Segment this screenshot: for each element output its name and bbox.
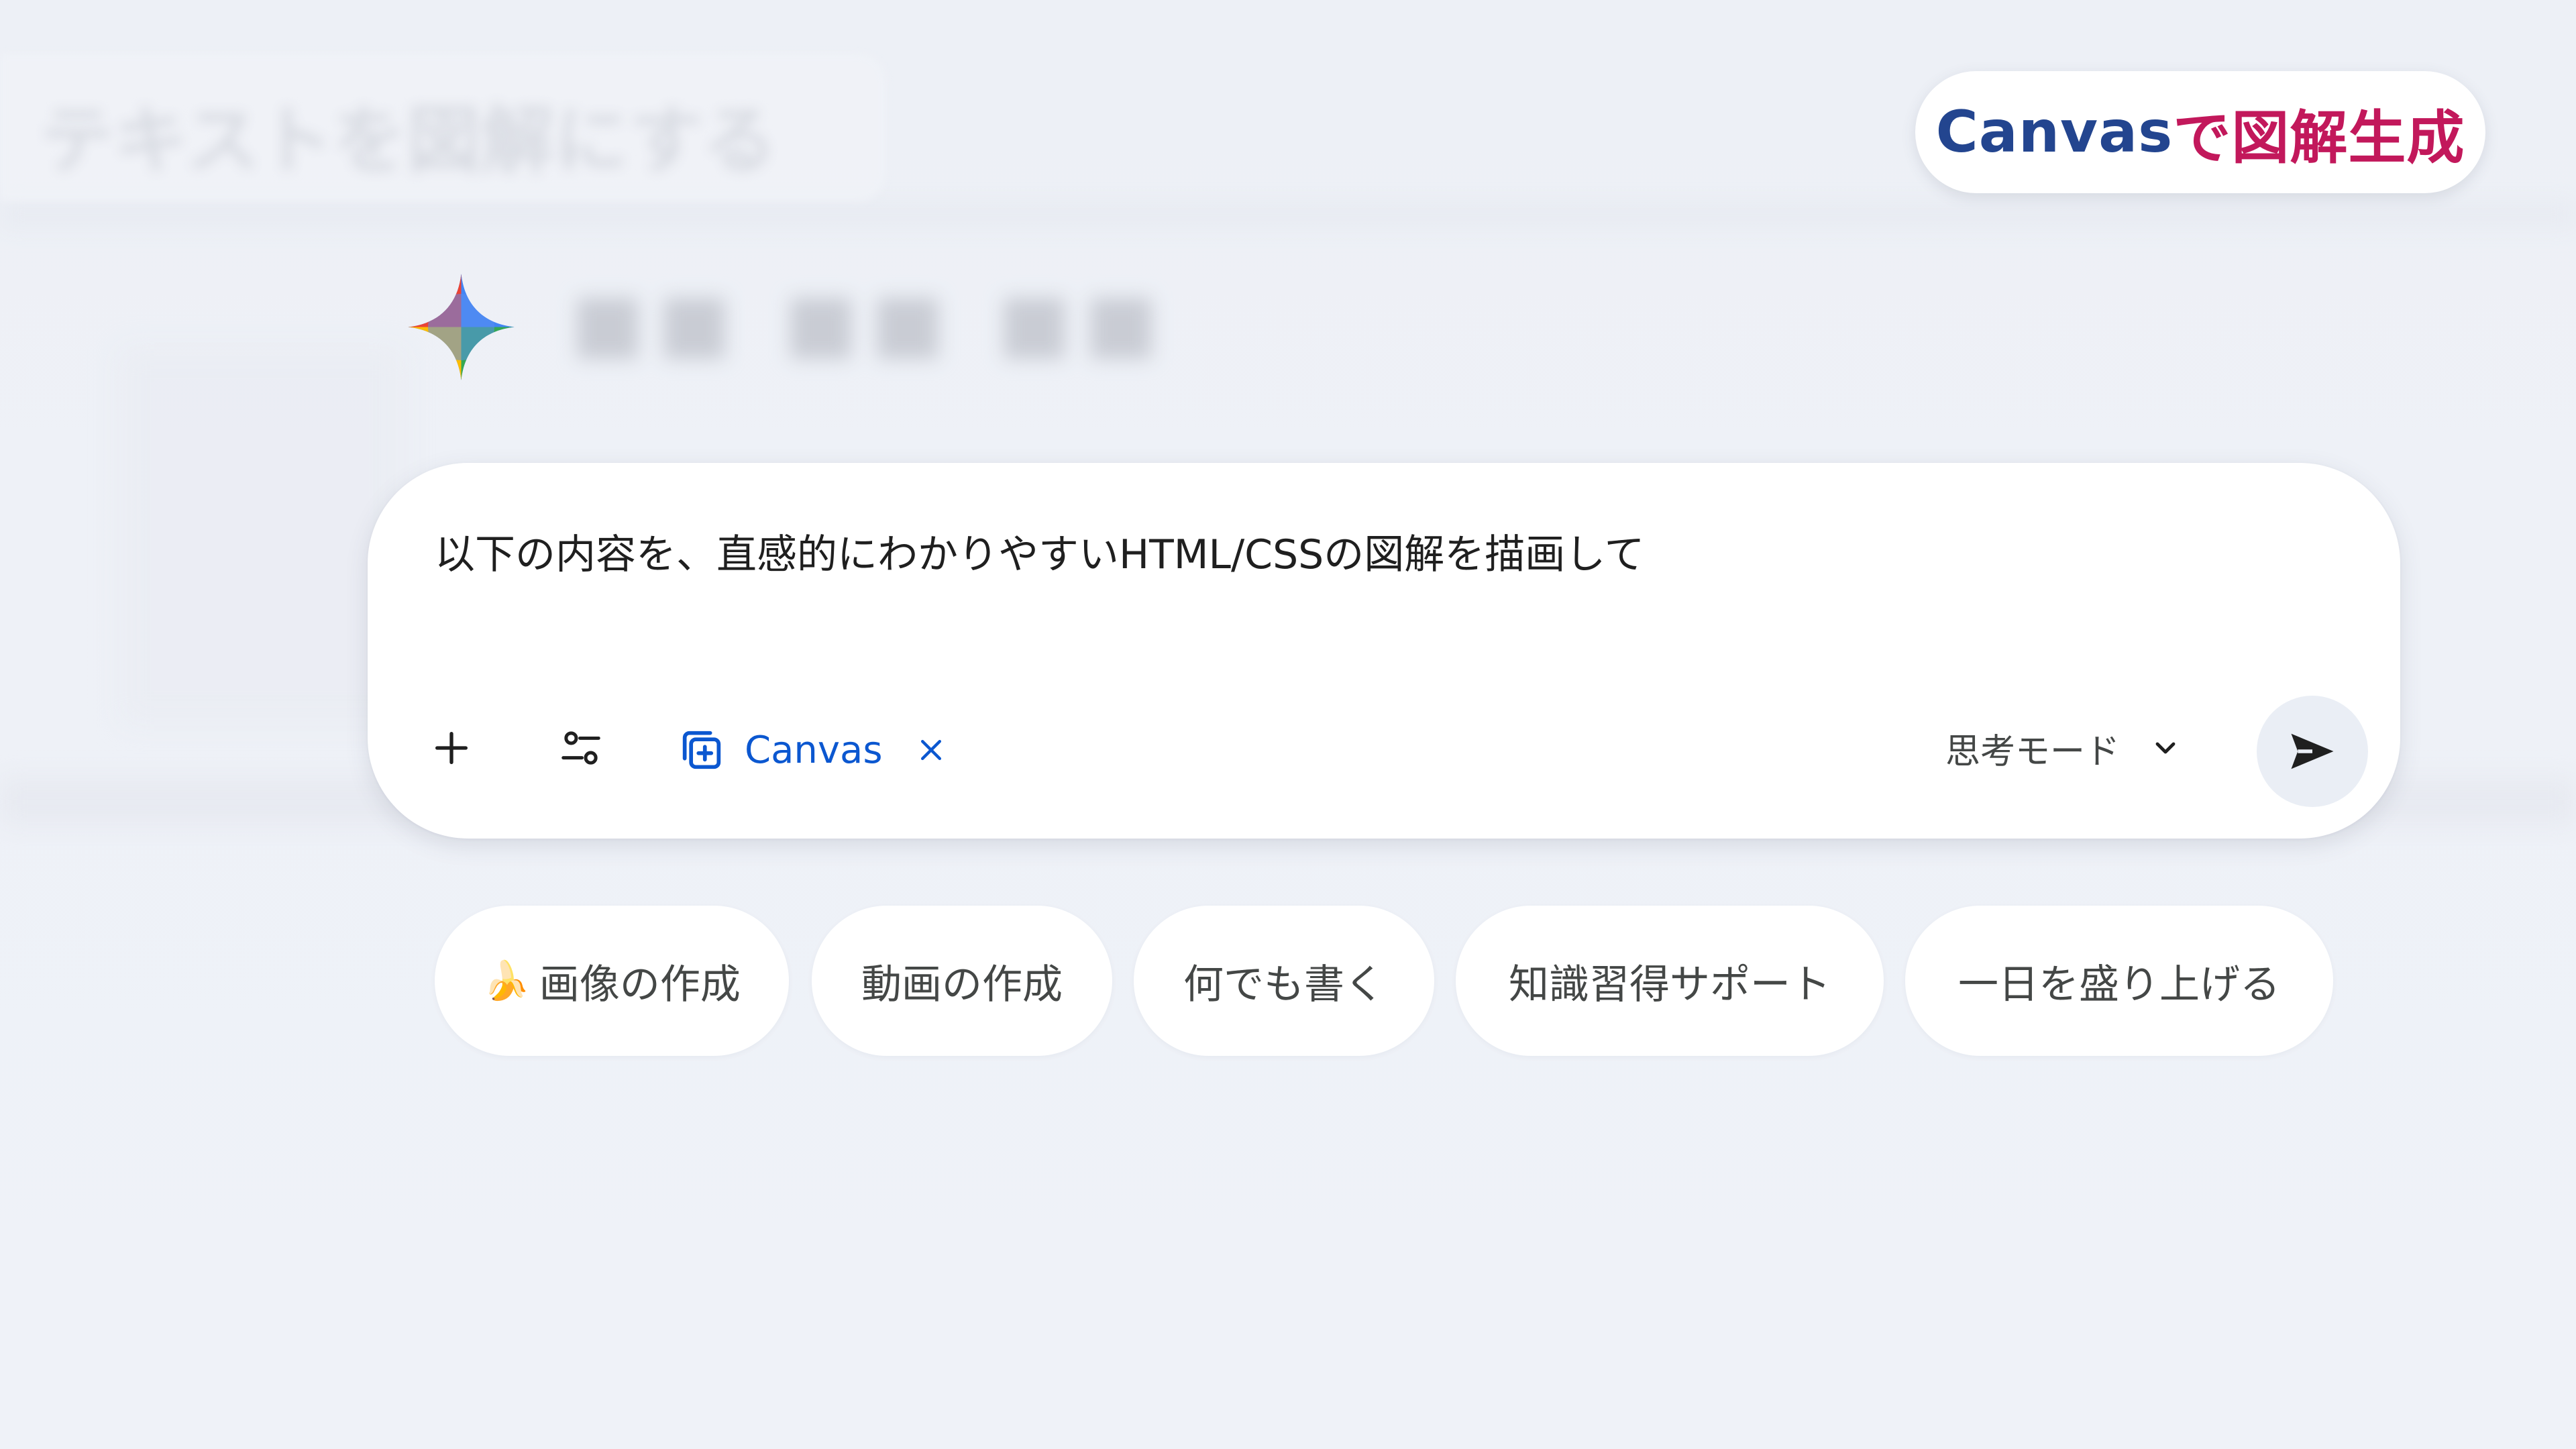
suggestion-chip[interactable]: 動画の作成 [812, 906, 1112, 1056]
suggestion-label: 動画の作成 [861, 961, 1063, 1008]
suggestion-label: 一日を盛り上げる [1958, 961, 2280, 1008]
chevron-down-icon [2155, 742, 2176, 754]
send-button[interactable] [2257, 696, 2368, 807]
suggestion-chip[interactable]: 何でも書く [1134, 906, 1434, 1056]
prompt-input[interactable]: 以下の内容を、直感的にわかりやすいHTML/CSSの図解を描画して [435, 522, 1644, 580]
tools-sliders-icon [561, 731, 600, 765]
plus-icon [435, 732, 468, 764]
close-icon [920, 739, 941, 761]
background-blur-band [0, 201, 2576, 228]
add-file-button[interactable] [415, 711, 488, 785]
gemini-spark-icon [408, 274, 515, 380]
banana-icon: 🍌 [483, 959, 530, 1003]
background-title-blurred: テキストを図解にする [40, 98, 777, 184]
prompt-input-card[interactable]: 以下の内容を、直感的にわかりやすいHTML/CSSの図解を描画して Canvas… [368, 463, 2400, 839]
feature-badge: Canvas で図解生成 [1915, 71, 2485, 193]
background-sidebar-blur [121, 349, 402, 724]
gemini-home-screen: テキストを図解にする Canvas で図解生成 ■■ ■■ ■■ 以下の内容を、直 [0, 0, 2576, 1449]
canvas-tool-chip[interactable]: Canvas [676, 716, 950, 784]
canvas-icon [676, 724, 727, 775]
remove-canvas-button[interactable] [912, 731, 950, 769]
suggestion-chips: 🍌 画像の作成 動画の作成 何でも書く 知識習得サポート 一日を盛り上げる [0, 906, 2576, 1056]
suggestion-label: 何でも書く [1183, 961, 1385, 1008]
mode-label: 思考モード [1945, 731, 2121, 772]
send-icon [2291, 733, 2334, 769]
tools-button[interactable] [544, 711, 618, 785]
suggestion-chip[interactable]: 一日を盛り上げる [1905, 906, 2333, 1056]
mode-selector[interactable]: 思考モード [1945, 714, 2182, 782]
canvas-chip-label: Canvas [745, 728, 883, 772]
badge-text-canvas: Canvas [1935, 99, 2174, 166]
suggestion-label: 画像の作成 [539, 961, 741, 1008]
badge-text-description: で図解生成 [2173, 104, 2465, 172]
suggestion-chip[interactable]: 🍌 画像の作成 [435, 906, 789, 1056]
suggestion-label: 知識習得サポート [1509, 961, 1831, 1008]
suggestion-chip[interactable]: 知識習得サポート [1456, 906, 1884, 1056]
greeting-blurred: ■■ ■■ ■■ [570, 275, 1171, 368]
